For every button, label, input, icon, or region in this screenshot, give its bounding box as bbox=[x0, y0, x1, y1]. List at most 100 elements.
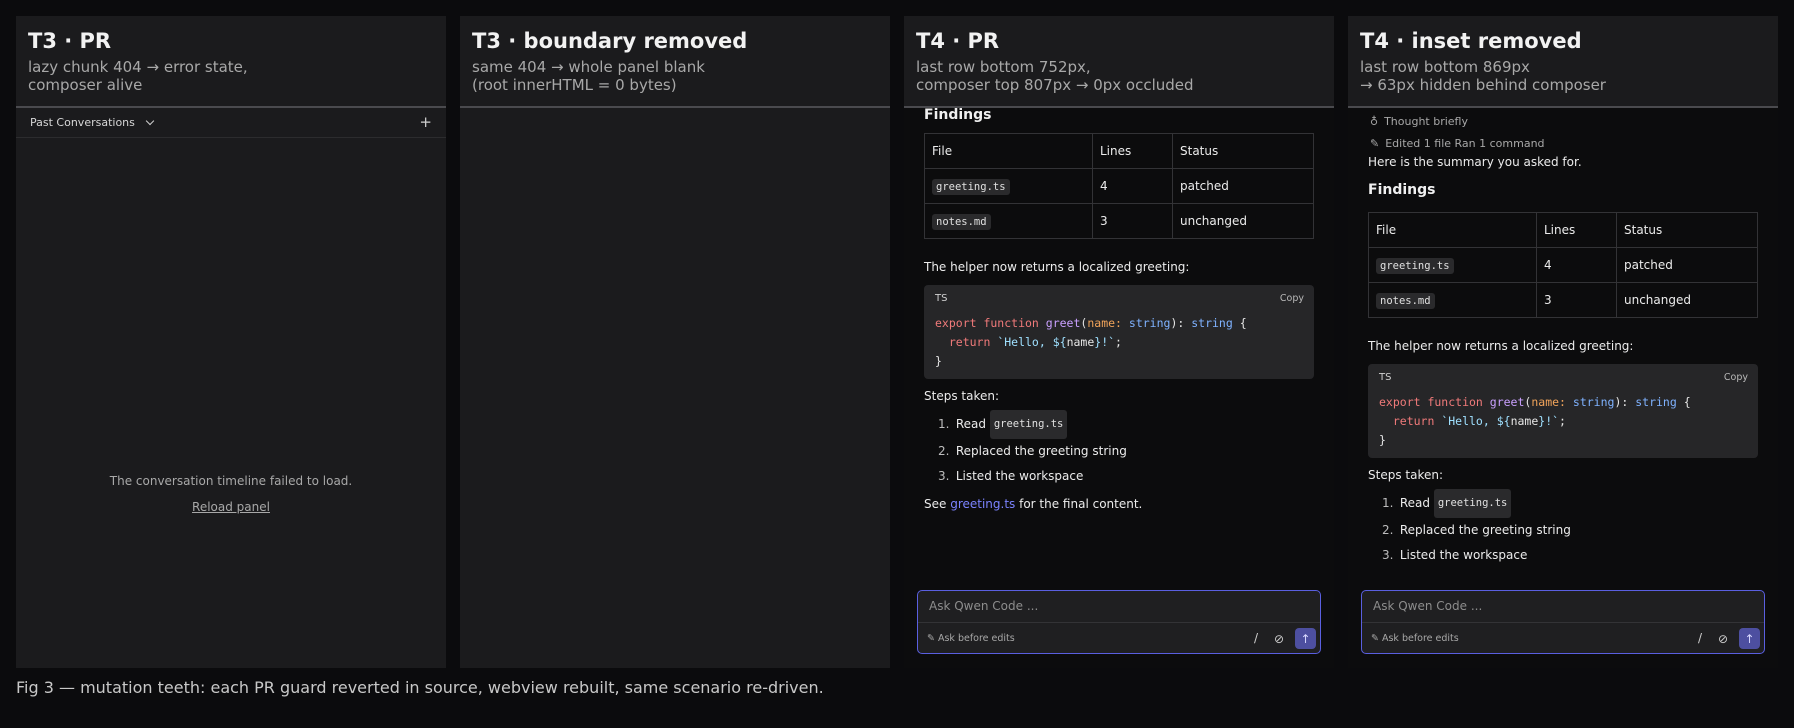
code-line: export function greet(name: string): str… bbox=[1379, 395, 1691, 409]
reload-panel-link[interactable]: Reload panel bbox=[16, 500, 446, 514]
steps-label: Steps taken: bbox=[924, 389, 999, 403]
attach-icon[interactable]: ⊘ bbox=[1718, 632, 1728, 646]
inline-code: greeting.ts bbox=[1376, 258, 1454, 274]
activity-row: ✎ Edited 1 file Ran 1 command bbox=[1370, 137, 1545, 150]
inline-code: greeting.ts bbox=[1433, 489, 1512, 518]
file-link[interactable]: greeting.ts bbox=[950, 497, 1015, 511]
panel-t4-inset-removed: T4 · inset removed last row bottom 869px… bbox=[1348, 16, 1778, 668]
panel-subtitle-line-1: same 404 → whole panel blank bbox=[472, 58, 705, 76]
steps-list: 1. Read greeting.ts 2. Replaced the gree… bbox=[1368, 489, 1758, 568]
panel-title: T3 · boundary removed bbox=[472, 29, 748, 53]
slash-command-button[interactable]: / bbox=[1698, 631, 1702, 645]
pencil-icon: ✎ bbox=[927, 633, 935, 644]
thought-row: ♁ Thought briefly bbox=[1370, 115, 1468, 128]
panel-header: T3 · boundary removed same 404 → whole p… bbox=[460, 16, 890, 108]
helper-text: The helper now returns a localized greet… bbox=[924, 260, 1190, 274]
send-button[interactable]: ↑ bbox=[1295, 628, 1316, 649]
panel-subtitle-line-2: composer top 807px → 0px occluded bbox=[916, 76, 1194, 94]
panel-header: T4 · inset removed last row bottom 869px… bbox=[1348, 16, 1778, 108]
edit-mode-toggle[interactable]: ✎ Ask before edits bbox=[1371, 633, 1459, 644]
steps-label: Steps taken: bbox=[1368, 468, 1443, 482]
findings-heading: Findings bbox=[1368, 182, 1436, 198]
pencil-icon: ✎ bbox=[1370, 137, 1380, 150]
table-cell: unchanged bbox=[1616, 282, 1758, 318]
arrow-up-icon: ↑ bbox=[1300, 631, 1311, 646]
past-conversations-label: Past Conversations bbox=[30, 116, 135, 129]
steps-list: 1. Read greeting.ts 2. Replaced the gree… bbox=[924, 410, 1314, 489]
table-row: notes.md 3 unchanged bbox=[1368, 282, 1758, 318]
table-cell: greeting.ts bbox=[924, 168, 1093, 204]
panel-subtitle-line-1: last row bottom 752px, bbox=[916, 58, 1091, 76]
panel-subtitle-line-2: composer alive bbox=[28, 76, 143, 94]
list-item: 2. Replaced the greeting string bbox=[1382, 523, 1571, 537]
table-header-row: File Lines Status bbox=[1368, 212, 1758, 248]
conversations-toolbar: Past Conversations + bbox=[16, 108, 446, 138]
composer-divider bbox=[918, 622, 1320, 623]
table-header-cell: File bbox=[1368, 212, 1537, 248]
table-header-cell: Lines bbox=[1536, 212, 1617, 248]
findings-table: File Lines Status greeting.ts 4 patched … bbox=[1368, 212, 1758, 318]
list-item: 1. Read greeting.ts bbox=[1368, 489, 1758, 518]
copy-code-button[interactable]: Copy bbox=[1280, 293, 1304, 304]
composer[interactable]: Ask Qwen Code ... ✎ Ask before edits / ⊘ … bbox=[1361, 590, 1765, 654]
table-cell: unchanged bbox=[1172, 203, 1314, 239]
table-cell: 3 bbox=[1536, 282, 1617, 318]
past-conversations-dropdown[interactable]: Past Conversations bbox=[30, 116, 155, 129]
code-block: TS Copy export function greet(name: stri… bbox=[1368, 364, 1758, 458]
panel-subtitle-line-2: → 63px hidden behind composer bbox=[1360, 76, 1606, 94]
composer-input[interactable]: Ask Qwen Code ... bbox=[1373, 599, 1482, 613]
figure-caption: Fig 3 — mutation teeth: each PR guard re… bbox=[16, 678, 824, 697]
pencil-icon: ✎ bbox=[1371, 633, 1379, 644]
attach-icon[interactable]: ⊘ bbox=[1274, 632, 1284, 646]
table-cell: notes.md bbox=[924, 203, 1093, 239]
table-header-cell: File bbox=[924, 133, 1093, 169]
list-item: 3. Listed the workspace bbox=[938, 469, 1084, 483]
findings-table: File Lines Status greeting.ts 4 patched … bbox=[924, 133, 1314, 239]
chat-transcript: Findings File Lines Status greeting.ts 4… bbox=[924, 97, 1314, 512]
edit-mode-toggle[interactable]: ✎ Ask before edits bbox=[927, 633, 1015, 644]
table-header-row: File Lines Status bbox=[924, 133, 1314, 169]
table-cell: 4 bbox=[1092, 168, 1173, 204]
summary-text: Here is the summary you asked for. bbox=[1368, 155, 1582, 169]
panel-subtitle-line-1: lazy chunk 404 → error state, bbox=[28, 58, 248, 76]
panel-header: T4 · PR last row bottom 752px, composer … bbox=[904, 16, 1334, 108]
composer-input[interactable]: Ask Qwen Code ... bbox=[929, 599, 1038, 613]
inline-code: notes.md bbox=[1376, 293, 1435, 309]
panel-t3-pr: T3 · PR lazy chunk 404 → error state, co… bbox=[16, 16, 446, 668]
chat-transcript: ♁ Thought briefly ✎ Edited 1 file Ran 1 co… bbox=[1368, 110, 1758, 568]
table-cell: patched bbox=[1172, 168, 1314, 204]
send-button[interactable]: ↑ bbox=[1739, 628, 1760, 649]
panel-title: T3 · PR bbox=[28, 29, 112, 53]
composer[interactable]: Ask Qwen Code ... ✎ Ask before edits / ⊘ … bbox=[917, 590, 1321, 654]
composer-divider bbox=[1362, 622, 1764, 623]
code-line: return `Hello, ${name}!`; bbox=[1379, 414, 1566, 428]
lightbulb-icon: ♁ bbox=[1370, 115, 1379, 128]
slash-command-button[interactable]: / bbox=[1254, 631, 1258, 645]
table-cell: 3 bbox=[1092, 203, 1173, 239]
table-row: greeting.ts 4 patched bbox=[924, 168, 1314, 204]
panel-title: T4 · PR bbox=[916, 29, 1000, 53]
panel-title: T4 · inset removed bbox=[1360, 29, 1582, 53]
new-conversation-plus-icon[interactable]: + bbox=[419, 115, 432, 130]
panel-subtitle-line-2: (root innerHTML = 0 bytes) bbox=[472, 76, 677, 94]
panel-subtitle-line-1: last row bottom 869px bbox=[1360, 58, 1530, 76]
code-line: export function greet(name: string): str… bbox=[935, 316, 1247, 330]
table-header-cell: Status bbox=[1616, 212, 1758, 248]
table-cell: 4 bbox=[1536, 247, 1617, 283]
arrow-up-icon: ↑ bbox=[1744, 631, 1755, 646]
table-cell: patched bbox=[1616, 247, 1758, 283]
table-row: greeting.ts 4 patched bbox=[1368, 247, 1758, 283]
list-item: 1. Read greeting.ts bbox=[924, 410, 1314, 439]
code-language-label: TS bbox=[1379, 372, 1392, 383]
code-block: TS Copy export function greet(name: stri… bbox=[924, 285, 1314, 379]
helper-text: The helper now returns a localized greet… bbox=[1368, 339, 1634, 353]
chevron-down-icon bbox=[145, 116, 155, 126]
code-line: } bbox=[935, 354, 942, 368]
list-item: 2. Replaced the greeting string bbox=[938, 444, 1127, 458]
table-row: notes.md 3 unchanged bbox=[924, 203, 1314, 239]
table-cell: notes.md bbox=[1368, 282, 1537, 318]
panel-t3-boundary-removed: T3 · boundary removed same 404 → whole p… bbox=[460, 16, 890, 668]
code-line: return `Hello, ${name}!`; bbox=[935, 335, 1122, 349]
copy-code-button[interactable]: Copy bbox=[1724, 372, 1748, 383]
table-header-cell: Status bbox=[1172, 133, 1314, 169]
